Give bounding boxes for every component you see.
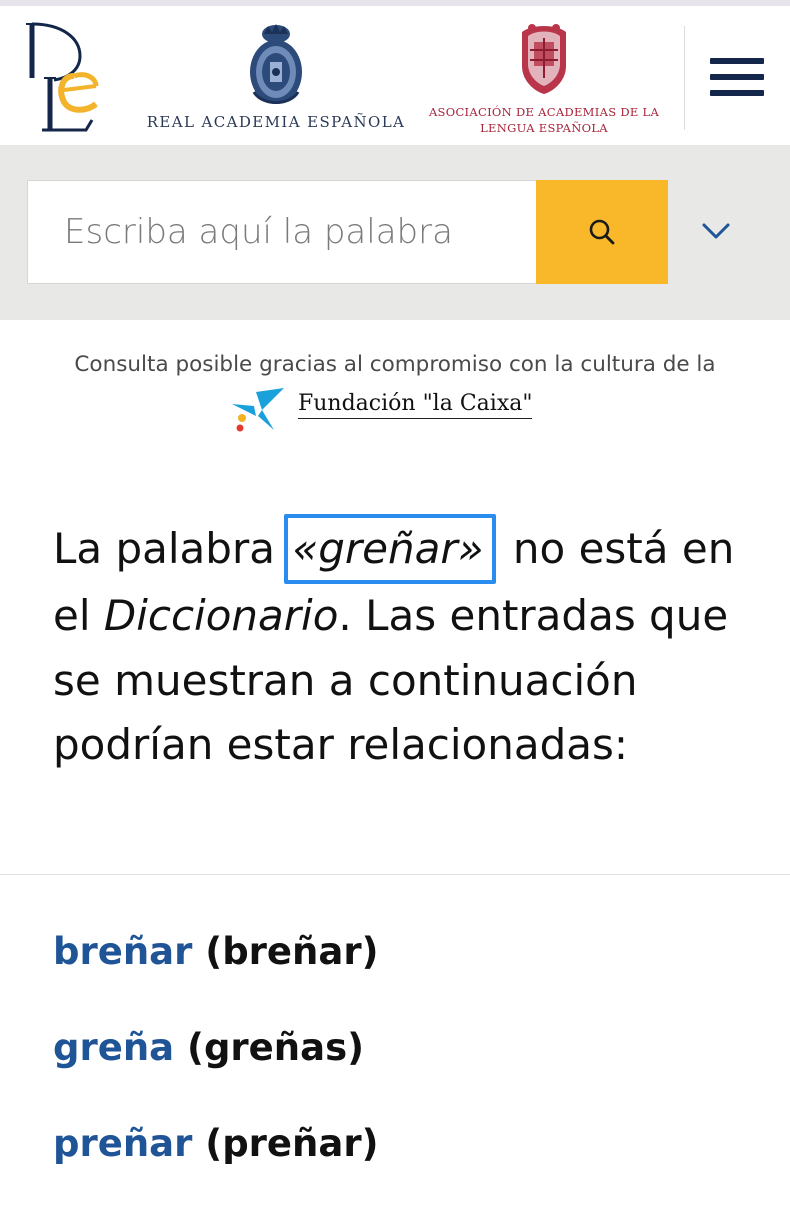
result-link[interactable]: preñar: [53, 1122, 192, 1165]
related-entries-list: breñar (breñar) greña (greñas) preñar (p…: [53, 930, 773, 1218]
rae-logo[interactable]: REAL ACADEMIA ESPAÑOLA: [140, 22, 412, 138]
result-form: (greñas): [187, 1026, 365, 1069]
dle-logo[interactable]: [22, 20, 104, 136]
result-form: (breñar): [205, 930, 379, 973]
asale-name: ASOCIACIÓN DE ACADEMIAS DE LA LENGUA ESP…: [428, 105, 660, 135]
search-input[interactable]: [27, 180, 536, 284]
result-link[interactable]: breñar: [53, 930, 192, 973]
search-icon: [589, 219, 615, 245]
caixa-star-icon[interactable]: [228, 386, 290, 436]
list-item: preñar (preñar): [53, 1122, 773, 1218]
chevron-down-icon[interactable]: [690, 207, 742, 257]
search-bar: [0, 145, 790, 320]
rae-emblem-icon: [250, 24, 302, 104]
not-found-message: La palabra «greñar» no está en el Diccio…: [53, 514, 753, 778]
header-divider: [684, 26, 685, 130]
menu-button[interactable]: [704, 50, 770, 106]
asale-logo[interactable]: ASOCIACIÓN DE ACADEMIAS DE LA LENGUA ESP…: [426, 22, 662, 138]
caixa-name[interactable]: Fundación "la Caixa": [298, 391, 533, 419]
list-item: greña (greñas): [53, 1026, 773, 1122]
site-header: REAL ACADEMIA ESPAÑOLA ASOCIACIÓN DE ACA…: [0, 6, 790, 145]
sponsor-text: Consulta posible gracias al compromiso c…: [74, 352, 716, 377]
dictionary-word: Diccionario: [103, 591, 339, 640]
search-button[interactable]: [536, 180, 668, 284]
notice-prefix: La palabra: [53, 524, 289, 573]
asale-emblem-icon: [522, 24, 566, 94]
searched-word-highlight: «greñar»: [284, 514, 496, 584]
sponsor-banner: Consulta posible gracias al compromiso c…: [0, 320, 790, 450]
rae-name: REAL ACADEMIA ESPAÑOLA: [146, 113, 406, 131]
list-item: breñar (breñar): [53, 930, 773, 1026]
result-form: (preñar): [205, 1122, 379, 1165]
section-divider: [0, 874, 790, 875]
result-link[interactable]: greña: [53, 1026, 174, 1069]
